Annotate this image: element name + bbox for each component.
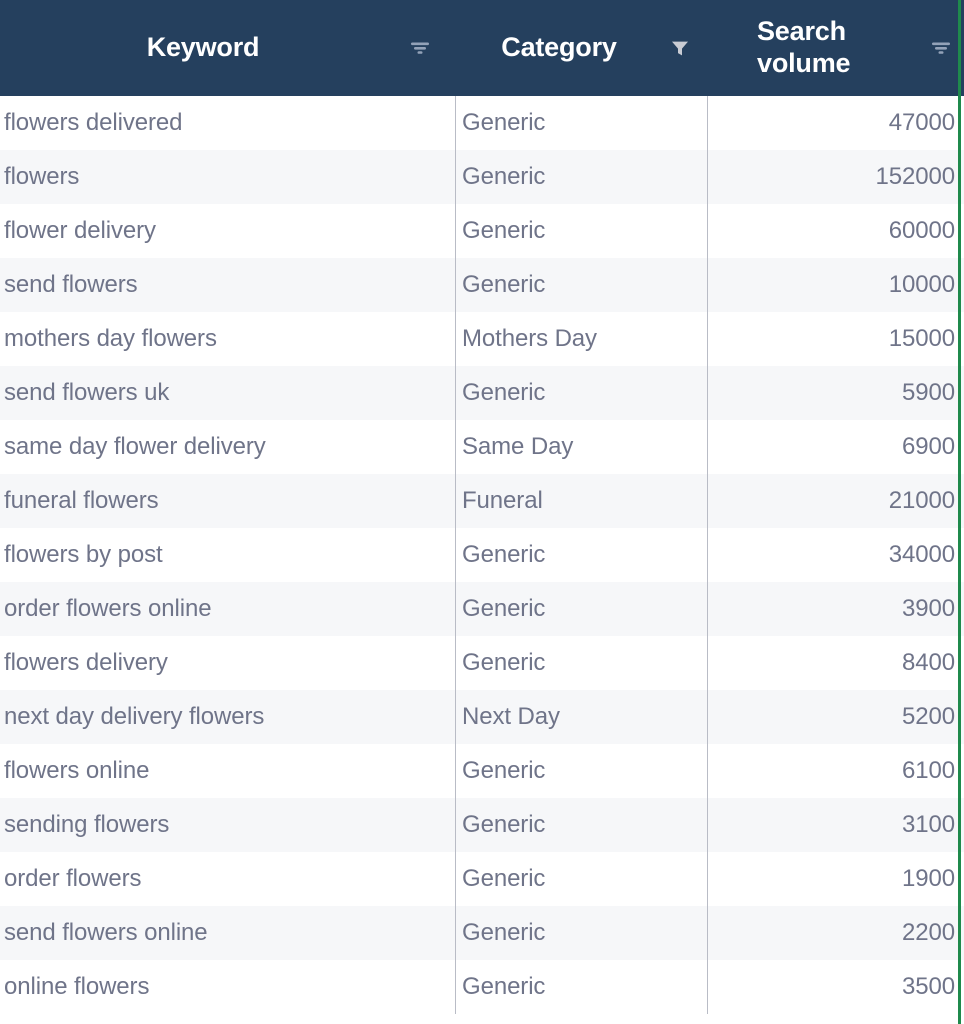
cell-category: Generic [462,271,546,298]
cell-search-volume: 3500 [902,973,955,1000]
table-row[interactable]: next day delivery flowers Next Day 5200 [0,690,964,744]
table-row[interactable]: flowers online Generic 6100 [0,744,964,798]
cell-search-volume: 21000 [888,487,955,514]
table-row[interactable]: flowers Generic 152000 [0,150,964,204]
cell-search-volume: 47000 [888,109,955,136]
cell-keyword: flowers [4,163,80,190]
table-row[interactable]: order flowers online Generic 3900 [0,582,964,636]
cell-category: Generic [462,811,546,838]
cell-category: Generic [462,649,546,676]
cell-category: Generic [462,163,546,190]
cell-category: Same Day [462,433,574,460]
table-row[interactable]: flowers by post Generic 34000 [0,528,964,582]
cell-search-volume: 10000 [888,271,955,298]
table-row[interactable]: mothers day flowers Mothers Day 15000 [0,312,964,366]
right-edge-accent [958,0,961,1024]
cell-keyword: mothers day flowers [4,325,217,352]
column-header-search-volume[interactable]: Search volume [708,0,964,96]
filter-lines-icon-search-volume[interactable] [928,35,954,61]
cell-search-volume: 34000 [888,541,955,568]
cell-search-volume: 6900 [902,433,955,460]
cell-category: Generic [462,595,546,622]
cell-category: Generic [462,541,546,568]
cell-keyword: flower delivery [4,217,156,244]
column-header-category[interactable]: Category [456,0,708,96]
table-row[interactable]: funeral flowers Funeral 21000 [0,474,964,528]
cell-category: Generic [462,973,546,1000]
table-row[interactable]: flowers delivery Generic 8400 [0,636,964,690]
cell-category: Generic [462,919,546,946]
cell-category: Funeral [462,487,543,514]
cell-keyword: next day delivery flowers [4,703,265,730]
table-row[interactable]: flowers delivered Generic 47000 [0,96,964,150]
cell-search-volume: 5900 [902,379,955,406]
table-row[interactable]: send flowers Generic 10000 [0,258,964,312]
cell-keyword: order flowers [4,865,142,892]
table-row[interactable]: same day flower delivery Same Day 6900 [0,420,964,474]
cell-category: Mothers Day [462,325,597,352]
cell-keyword: same day flower delivery [4,433,266,460]
column-header-keyword-label: Keyword [146,32,260,63]
cell-keyword: send flowers uk [4,379,170,406]
keyword-table: Keyword Category Search volume flowers d… [0,0,964,1024]
table-body: flowers delivered Generic 47000 flowers Gene… [0,96,964,1014]
cell-keyword: send flowers online [4,919,208,946]
cell-keyword: funeral flowers [4,487,159,514]
table-header-row: Keyword Category Search volume [0,0,964,96]
column-header-search-volume-label: Search volume [757,16,851,78]
table-row[interactable]: send flowers uk Generic 5900 [0,366,964,420]
cell-category: Generic [462,109,546,136]
cell-keyword: order flowers online [4,595,212,622]
table-row[interactable]: order flowers Generic 1900 [0,852,964,906]
cell-search-volume: 3100 [902,811,955,838]
cell-search-volume: 2200 [902,919,955,946]
cell-keyword: send flowers [4,271,138,298]
cell-keyword: flowers delivery [4,649,168,676]
cell-search-volume: 15000 [888,325,955,352]
filter-lines-icon-keyword[interactable] [407,35,433,61]
cell-keyword: online flowers [4,973,150,1000]
cell-search-volume: 8400 [902,649,955,676]
cell-search-volume: 60000 [888,217,955,244]
cell-search-volume: 3900 [902,595,955,622]
cell-search-volume: 152000 [875,163,956,190]
cell-category: Generic [462,757,546,784]
cell-category: Next Day [462,703,560,730]
table-row[interactable]: online flowers Generic 3500 [0,960,964,1014]
cell-keyword: flowers delivered [4,109,183,136]
cell-search-volume: 5200 [902,703,955,730]
cell-category: Generic [462,217,546,244]
cell-keyword: flowers online [4,757,150,784]
cell-category: Generic [462,379,546,406]
cell-keyword: flowers by post [4,541,163,568]
table-row[interactable]: send flowers online Generic 2200 [0,906,964,960]
cell-search-volume: 1900 [902,865,955,892]
cell-category: Generic [462,865,546,892]
cell-search-volume: 6100 [902,757,955,784]
column-header-keyword[interactable]: Keyword [0,0,456,96]
cell-keyword: sending flowers [4,811,170,838]
table-row[interactable]: sending flowers Generic 3100 [0,798,964,852]
table-row[interactable]: flower delivery Generic 60000 [0,204,964,258]
filter-funnel-solid-icon-category[interactable] [667,35,693,61]
